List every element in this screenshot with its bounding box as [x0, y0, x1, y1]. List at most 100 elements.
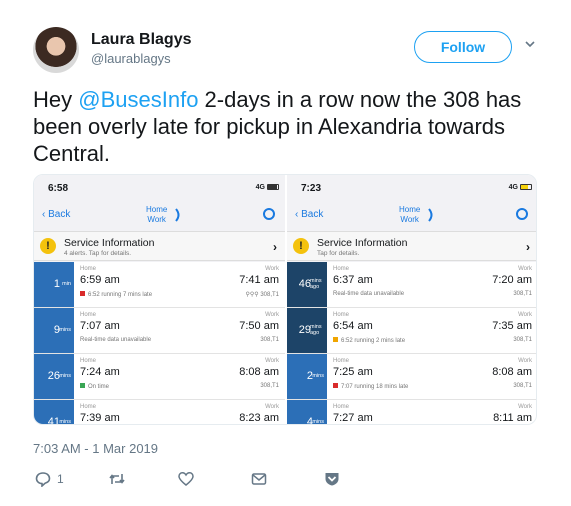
home-label: Home	[80, 312, 97, 318]
route-title: Home Work	[146, 205, 167, 225]
trip-row[interactable]: 4 mins Home 7:27 am Work 8:11 am	[287, 400, 536, 425]
trip-row[interactable]: 46 mins ago Home 6:37 am Real-time data …	[287, 262, 536, 308]
network-label: 4G	[255, 184, 265, 191]
work-label: Work	[265, 358, 279, 364]
departure-time: 6:54 am	[333, 320, 373, 332]
departure-time: 7:27 am	[333, 412, 373, 424]
trip-row[interactable]: 2 mins Home 7:25 am 7:07 running 18 mins…	[287, 354, 536, 400]
work-label: Work	[518, 358, 532, 364]
avatar[interactable]	[33, 27, 79, 73]
status-square-icon	[333, 337, 338, 342]
minutes-unit: mins ago	[310, 278, 322, 290]
route-from: Home	[399, 205, 421, 214]
swap-arrow-icon[interactable]	[174, 207, 182, 223]
tweet-media[interactable]: 6:58 4G ‹ Back Home Work ! Service Infor…	[33, 174, 537, 425]
route-to: Work	[400, 215, 419, 224]
trip-row[interactable]: 1 min Home 6:59 am 6:52 running 7 mins l…	[34, 262, 285, 308]
alert-subtitle: 4 alerts. Tap for details.	[64, 250, 132, 257]
departure-time: 6:59 am	[80, 274, 120, 286]
swap-arrow-icon[interactable]	[427, 207, 435, 223]
service-number: 308,T1	[513, 291, 532, 297]
trip-row[interactable]: 41 mins Home 7:39 am Work 8:23 am	[34, 400, 285, 425]
trip-row[interactable]: 26 mins Home 7:24 am On time Work 8:08 a…	[34, 354, 285, 400]
status-bar: 7:23 4G	[287, 175, 536, 199]
route-to: Work	[147, 215, 166, 224]
service-number: 308,T1	[260, 383, 279, 389]
retweet-button[interactable]	[108, 468, 126, 490]
home-label: Home	[333, 358, 350, 364]
retweet-icon	[109, 474, 125, 484]
follow-button[interactable]: Follow	[414, 31, 512, 63]
back-label: Back	[48, 209, 71, 220]
minutes-badge: 46 mins ago	[287, 262, 327, 307]
departure-time: 7:07 am	[80, 320, 120, 332]
chevron-down-icon	[325, 473, 339, 486]
minutes-badge: 9 mins	[34, 308, 74, 353]
reply-count: 1	[57, 472, 64, 486]
minutes-unit: mins	[312, 373, 324, 379]
service-number: ⚲⚲⚲ 308,T1	[245, 291, 279, 298]
alert-title: Service Information	[64, 237, 155, 249]
network-label: 4G	[508, 184, 518, 191]
reply-button[interactable]: 1	[35, 468, 64, 490]
like-button[interactable]	[178, 468, 194, 490]
tweet-header: Laura Blagys @laurablagys Follow	[33, 27, 543, 75]
mention-link[interactable]: @BusesInfo	[78, 87, 198, 112]
arrival-time: 7:35 am	[492, 320, 532, 332]
status-time: 7:23	[301, 183, 322, 194]
minutes-badge: 41 mins	[34, 400, 74, 425]
service-info-banner[interactable]: ! Service Information 4 alerts. Tap for …	[34, 231, 285, 261]
heart-icon	[178, 472, 194, 486]
display-name[interactable]: Laura Blagys	[91, 31, 191, 49]
back-button[interactable]: ‹ Back	[295, 209, 323, 220]
settings-gear-icon[interactable]	[516, 208, 528, 220]
screenshot-left: 6:58 4G ‹ Back Home Work ! Service Infor…	[34, 175, 285, 425]
route-from: Home	[146, 205, 168, 214]
status-square-icon	[333, 383, 338, 388]
minutes-value: 41	[47, 416, 60, 425]
trip-note-text: On time	[88, 384, 110, 390]
arrival-time: 7:41 am	[239, 274, 279, 286]
trip-note: 7:07 running 18 mins late	[333, 383, 408, 390]
minutes-badge: 26 mins	[34, 354, 74, 399]
back-label: Back	[301, 209, 324, 220]
minutes-badge: 4 mins	[287, 400, 327, 425]
minutes-unit: mins ago	[310, 324, 322, 336]
minutes-value: 26	[47, 370, 60, 382]
trip-note-text: 7:07 running 18 mins late	[341, 384, 409, 390]
departure-time: 7:24 am	[80, 366, 120, 378]
settings-gear-icon[interactable]	[263, 208, 275, 220]
nav-bar: ‹ Back Home Work	[287, 201, 536, 231]
minutes-unit: mins	[312, 419, 324, 425]
trip-row[interactable]: 9 mins Home 7:07 am Real-time data unava…	[34, 308, 285, 354]
alert-title: Service Information	[317, 237, 408, 249]
trip-note-text: 6:52 running 7 mins late	[88, 292, 153, 298]
chevron-right-icon: ›	[273, 240, 277, 254]
battery-icon	[520, 184, 532, 190]
walk-icon: ⚲⚲⚲	[245, 292, 261, 298]
handle[interactable]: @laurablagys	[91, 51, 171, 66]
arrival-time: 7:50 am	[239, 320, 279, 332]
service-number: 308,T1	[513, 337, 532, 343]
nav-bar: ‹ Back Home Work	[34, 201, 285, 231]
bookmark-button[interactable]	[324, 468, 340, 490]
tweet-text-pre: Hey	[33, 87, 79, 112]
alert-subtitle: Tap for details.	[317, 250, 360, 257]
arrival-time: 8:11 am	[493, 412, 532, 424]
action-bar: 1	[33, 468, 363, 490]
battery-icon	[267, 184, 279, 190]
trip-note-text: 6:52 running 2 mins late	[341, 338, 406, 344]
departure-time: 7:25 am	[333, 366, 373, 378]
chevron-down-icon[interactable]	[523, 37, 537, 51]
chevron-right-icon: ›	[526, 240, 530, 254]
alert-icon: !	[293, 238, 309, 254]
trip-note: Real-time data unavailable	[333, 291, 405, 297]
status-time: 6:58	[48, 183, 69, 194]
trip-row[interactable]: 29 mins ago Home 6:54 am 6:52 running 2 …	[287, 308, 536, 354]
tweet-timestamp[interactable]: 7:03 AM - 1 Mar 2019	[33, 441, 158, 456]
back-button[interactable]: ‹ Back	[42, 209, 70, 220]
departure-time: 6:37 am	[333, 274, 373, 286]
service-info-banner[interactable]: ! Service Information Tap for details. ›	[287, 231, 536, 261]
direct-message-button[interactable]	[251, 468, 267, 490]
status-square-icon	[80, 291, 85, 296]
